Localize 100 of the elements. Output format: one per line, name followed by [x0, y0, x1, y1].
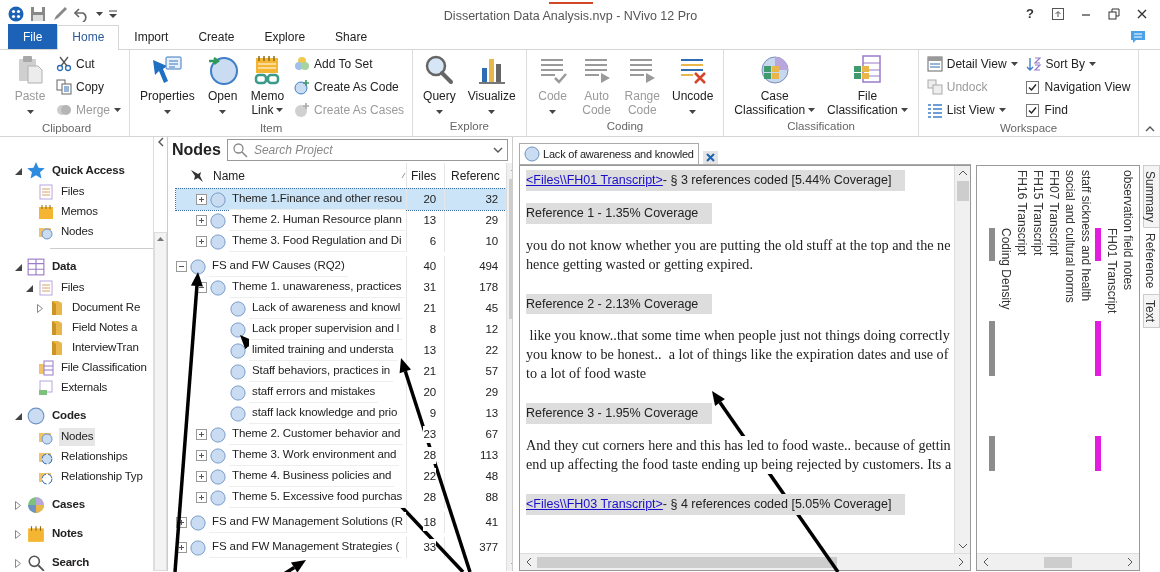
- file-link[interactable]: <Files\\FH01 Transcript>: [526, 171, 663, 190]
- nav-item[interactable]: Field Notes a: [70, 319, 140, 337]
- scroll-right-icon[interactable]: [1128, 558, 1133, 566]
- side-tab[interactable]: Summary: [1143, 165, 1160, 229]
- ribbon-tab[interactable]: Explore: [249, 25, 321, 49]
- node-name[interactable]: FS and FW Management Solutions (R: [209, 512, 406, 533]
- expand-icon[interactable]: [176, 542, 187, 553]
- expand-icon[interactable]: [196, 471, 207, 482]
- nav-item[interactable]: InterviewTran: [70, 339, 141, 357]
- side-tab[interactable]: Text: [1143, 293, 1160, 328]
- scroll-up-icon[interactable]: [157, 237, 164, 241]
- expanded-arrow-icon[interactable]: [14, 412, 22, 420]
- node-name[interactable]: staff lack knowledge and prio: [249, 403, 401, 424]
- expand-icon[interactable]: [196, 429, 207, 440]
- ribbon-button[interactable]: Uncode: [668, 53, 718, 119]
- ribbon-button[interactable]: Cut: [54, 53, 123, 75]
- comment-icon[interactable]: [1130, 29, 1146, 45]
- ribbon-button[interactable]: File Classification: [823, 53, 912, 119]
- node-name[interactable]: staff errors and mistakes: [249, 382, 379, 403]
- scroll-thumb[interactable]: [1044, 556, 1072, 568]
- node-name[interactable]: Theme 2. Customer behavior and: [229, 424, 404, 445]
- vertical-scrollbar[interactable]: [954, 166, 970, 553]
- ribbon-display-icon[interactable]: [1052, 8, 1064, 20]
- ribbon-button[interactable]: Detail View: [924, 53, 1020, 75]
- nav-item[interactable]: Notes: [50, 525, 85, 543]
- file-link[interactable]: <Files\\FH03 Transcript>: [526, 495, 663, 514]
- save-icon[interactable]: [30, 6, 46, 22]
- expanded-arrow-icon[interactable]: [14, 167, 22, 175]
- nav-item[interactable]: File Classification: [59, 359, 149, 377]
- collapsed-arrow-icon[interactable]: [15, 529, 21, 539]
- horizontal-scrollbar[interactable]: [520, 553, 970, 570]
- expand-icon[interactable]: [196, 215, 207, 226]
- chevron-up-icon[interactable]: [1145, 126, 1156, 132]
- chevron-down-icon[interactable]: [493, 147, 503, 153]
- customize-icon[interactable]: [109, 10, 117, 18]
- node-name[interactable]: limited training and understa: [249, 340, 397, 361]
- ribbon-button[interactable]: Properties: [136, 53, 199, 121]
- vertical-scrollbar[interactable]: [154, 232, 167, 571]
- restore-icon[interactable]: [1108, 8, 1120, 20]
- scroll-down-icon[interactable]: [958, 544, 967, 549]
- expand-icon[interactable]: [196, 492, 207, 503]
- collapsed-arrow-icon[interactable]: [15, 500, 21, 510]
- scroll-left-icon[interactable]: [526, 558, 531, 566]
- collapsed-arrow-icon[interactable]: [15, 558, 21, 568]
- nav-item[interactable]: Nodes: [59, 428, 96, 446]
- ribbon-tab[interactable]: Share: [320, 25, 383, 49]
- node-name[interactable]: Theme 4. Business policies and: [229, 466, 395, 487]
- node-name[interactable]: Staff behaviors, practices in: [249, 361, 394, 382]
- collapse-icon[interactable]: [176, 261, 187, 272]
- ribbon-button[interactable]: Add To Set: [292, 53, 407, 75]
- document-tab[interactable]: Lack of awareness and knowled: [519, 142, 699, 164]
- ribbon-button[interactable]: List View: [924, 99, 1020, 121]
- ribbon-button[interactable]: Open: [202, 53, 243, 121]
- expand-icon[interactable]: [196, 236, 207, 247]
- undo-icon[interactable]: [74, 6, 90, 22]
- nav-item[interactable]: Externals: [59, 379, 110, 397]
- nav-item[interactable]: Cases: [50, 496, 87, 514]
- ribbon-button[interactable]: Visualize: [463, 53, 520, 119]
- scroll-left-icon[interactable]: [983, 558, 988, 566]
- ribbon-button[interactable]: Create As Code: [292, 76, 407, 98]
- ribbon-button[interactable]: Query: [419, 53, 460, 119]
- ribbon-tab[interactable]: Home: [57, 25, 120, 50]
- help-button[interactable]: ?: [1024, 4, 1036, 24]
- expanded-arrow-icon[interactable]: [14, 263, 22, 271]
- side-tab[interactable]: Reference: [1143, 227, 1160, 295]
- scroll-thumb[interactable]: [956, 181, 969, 201]
- scroll-up-icon[interactable]: [958, 170, 967, 175]
- checkbox-option[interactable]: Find: [1023, 99, 1133, 121]
- nav-item[interactable]: Files: [59, 279, 87, 297]
- scroll-thumb[interactable]: [537, 556, 837, 568]
- collapse-pane-icon[interactable]: [157, 137, 164, 147]
- expanded-arrow-icon[interactable]: [25, 284, 33, 292]
- checkbox-option[interactable]: Navigation View: [1023, 76, 1133, 98]
- node-name[interactable]: Theme 3. Work environment and: [229, 445, 400, 466]
- file-menu-button[interactable]: File: [8, 24, 58, 49]
- expand-icon[interactable]: [196, 194, 207, 205]
- expand-icon[interactable]: [196, 450, 207, 461]
- nav-item[interactable]: Nodes: [59, 223, 96, 241]
- nav-item[interactable]: Relationship Typ: [59, 468, 145, 486]
- checkbox[interactable]: [1025, 103, 1039, 117]
- tab-close-button[interactable]: [702, 151, 718, 164]
- ribbon-button[interactable]: Copy: [54, 76, 123, 98]
- nav-item[interactable]: Document Re: [70, 299, 143, 317]
- nav-item[interactable]: Quick Access: [50, 162, 127, 180]
- pen-icon[interactable]: [52, 6, 68, 22]
- ribbon-button[interactable]: Sort By: [1023, 53, 1133, 75]
- nav-item[interactable]: Codes: [50, 407, 89, 425]
- column-header[interactable]: Name: [207, 166, 398, 185]
- close-icon[interactable]: [1136, 8, 1148, 20]
- ribbon-tab[interactable]: Import: [119, 25, 184, 49]
- nav-item[interactable]: Files: [59, 183, 87, 201]
- search-field[interactable]: Search Project: [226, 139, 508, 161]
- ribbon-button[interactable]: Case Classification: [730, 53, 820, 119]
- expand-icon[interactable]: [176, 517, 187, 528]
- nav-item[interactable]: Data: [50, 258, 79, 276]
- ribbon-tab[interactable]: Create: [183, 25, 250, 49]
- nav-item[interactable]: Relationships: [59, 448, 130, 466]
- checkbox[interactable]: [1025, 80, 1039, 94]
- node-name[interactable]: Theme 5. Excessive food purchas: [229, 487, 406, 508]
- app-logo-icon[interactable]: [8, 6, 24, 22]
